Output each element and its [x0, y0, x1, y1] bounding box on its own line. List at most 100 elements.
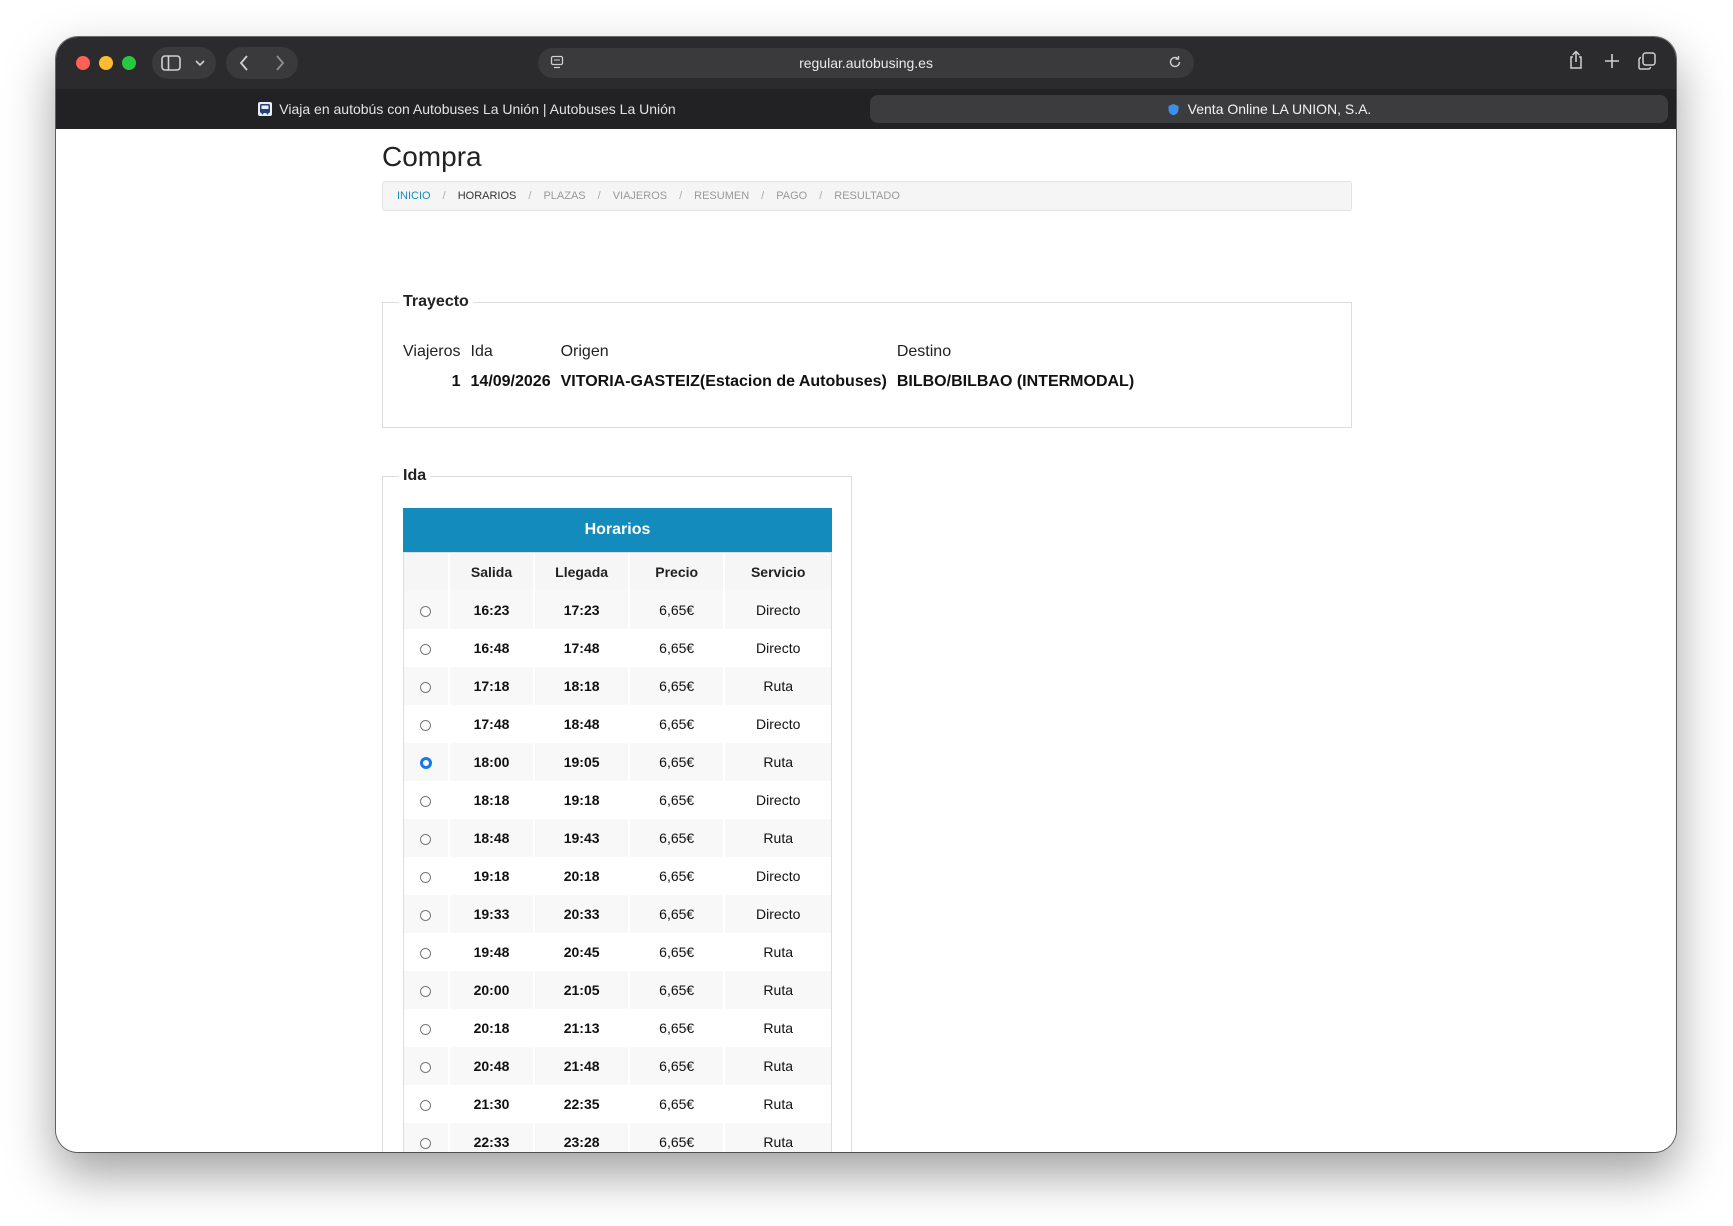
breadcrumb-plazas: PLAZAS — [543, 190, 586, 202]
schedule-radio-button[interactable] — [420, 1061, 432, 1073]
new-tab-button[interactable] — [1604, 53, 1620, 74]
precio-cell: 6,65€ — [629, 895, 726, 933]
close-window-button[interactable] — [76, 56, 90, 70]
table-row[interactable]: 16:48 17:48 6,65€ Directo — [404, 629, 831, 667]
precio-cell: 6,65€ — [629, 1085, 726, 1123]
radio-cell — [404, 1123, 450, 1152]
radio-cell — [404, 667, 450, 705]
table-row[interactable]: 16:23 17:23 6,65€ Directo — [404, 591, 831, 629]
llegada-cell: 18:18 — [535, 667, 630, 705]
schedule-radio-button[interactable] — [420, 833, 432, 845]
tab-venta-online[interactable]: Venta Online LA UNION, S.A. — [870, 95, 1668, 123]
table-row[interactable]: 19:48 20:45 6,65€ Ruta — [404, 933, 831, 971]
precio-cell: 6,65€ — [629, 781, 726, 819]
table-row[interactable]: 18:48 19:43 6,65€ Ruta — [404, 819, 831, 857]
reload-icon[interactable] — [1168, 55, 1182, 74]
table-row[interactable]: 17:18 18:18 6,65€ Ruta — [404, 667, 831, 705]
schedule-radio-button[interactable] — [420, 605, 432, 617]
trayecto-legend: Trayecto — [399, 293, 473, 311]
servicio-cell: Directo — [725, 857, 831, 895]
breadcrumb-horarios: HORARIOS — [457, 190, 517, 202]
table-row[interactable]: 20:00 21:05 6,65€ Ruta — [404, 971, 831, 1009]
schedule-radio-button[interactable] — [420, 1137, 432, 1149]
back-button[interactable] — [226, 47, 262, 79]
schedule-radio-button[interactable] — [420, 795, 432, 807]
breadcrumb-pago: PAGO — [776, 190, 808, 202]
llegada-cell: 21:48 — [535, 1047, 630, 1085]
servicio-cell: Directo — [725, 781, 831, 819]
forward-button[interactable] — [262, 47, 298, 79]
sidebar-toggle-button[interactable] — [152, 47, 190, 79]
servicio-cell: Ruta — [725, 933, 831, 971]
schedule-radio-button[interactable] — [420, 643, 432, 655]
salida-cell: 21:30 — [449, 1085, 536, 1123]
breadcrumb-separator: / — [819, 190, 823, 202]
tab-title: Venta Online LA UNION, S.A. — [1187, 101, 1372, 117]
precio-column-header: Precio — [629, 553, 726, 591]
schedule-radio-button[interactable] — [420, 681, 432, 693]
sidebar-toggle-group — [152, 47, 216, 79]
llegada-cell: 21:13 — [535, 1009, 630, 1047]
llegada-cell: 21:05 — [535, 971, 630, 1009]
tabs-overview-icon — [1638, 52, 1656, 70]
precio-cell: 6,65€ — [629, 629, 726, 667]
page-content: Compra INICIO / HORARIOS / PLAZAS / VIAJ… — [56, 129, 1676, 1152]
table-row[interactable]: 19:18 20:18 6,65€ Directo — [404, 857, 831, 895]
servicio-cell: Ruta — [725, 743, 831, 781]
trayecto-fieldset: Trayecto Viajeros Ida Origen Destino 1 1… — [382, 293, 1352, 428]
salida-cell: 16:23 — [449, 591, 536, 629]
llegada-cell: 20:18 — [535, 857, 630, 895]
llegada-cell: 23:28 — [535, 1123, 630, 1152]
schedule-radio-button[interactable] — [420, 909, 432, 921]
salida-cell: 20:18 — [449, 1009, 536, 1047]
schedule-radio-button[interactable] — [420, 947, 432, 959]
radio-cell — [404, 1047, 450, 1085]
viajeros-value: 1 — [451, 373, 461, 390]
salida-column-header: Salida — [449, 553, 536, 591]
ida-fieldset: Ida Horarios Salida Llegada Precio Servi… — [382, 467, 852, 1152]
schedule-radio-button[interactable] — [420, 1023, 432, 1035]
tab-overview-button[interactable] — [1638, 52, 1656, 75]
schedule-radio-button[interactable] — [420, 985, 432, 997]
precio-cell: 6,65€ — [629, 819, 726, 857]
navigation-group — [226, 47, 298, 79]
minimize-window-button[interactable] — [99, 56, 113, 70]
table-row[interactable]: 22:33 23:28 6,65€ Ruta — [404, 1123, 831, 1152]
salida-cell: 18:00 — [449, 743, 536, 781]
breadcrumb-inicio[interactable]: INICIO — [397, 190, 431, 202]
tab-la-union-home[interactable]: Viaja en autobús con Autobuses La Unión … — [66, 95, 868, 123]
radio-cell — [404, 743, 450, 781]
radio-cell — [404, 857, 450, 895]
table-row[interactable]: 20:48 21:48 6,65€ Ruta — [404, 1047, 831, 1085]
schedule-radio-button[interactable] — [419, 757, 432, 770]
llegada-cell: 19:05 — [535, 743, 630, 781]
table-row[interactable]: 21:30 22:35 6,65€ Ruta — [404, 1085, 831, 1123]
table-row[interactable]: 18:18 19:18 6,65€ Directo — [404, 781, 831, 819]
llegada-cell: 20:45 — [535, 933, 630, 971]
servicio-cell: Ruta — [725, 819, 831, 857]
back-arrow-icon — [239, 55, 248, 71]
table-row[interactable]: 19:33 20:33 6,65€ Directo — [404, 895, 831, 933]
tab-group-menu-button[interactable] — [190, 47, 210, 79]
schedule-radio-button[interactable] — [420, 871, 432, 883]
table-row[interactable]: 17:48 18:48 6,65€ Directo — [404, 705, 831, 743]
horarios-table-title: Horarios — [403, 508, 832, 552]
zoom-window-button[interactable] — [122, 56, 136, 70]
servicio-cell: Ruta — [725, 1085, 831, 1123]
table-row[interactable]: 20:18 21:13 6,65€ Ruta — [404, 1009, 831, 1047]
table-row[interactable]: 18:00 19:05 6,65€ Ruta — [404, 743, 831, 781]
llegada-column-header: Llegada — [535, 553, 630, 591]
schedule-radio-button[interactable] — [420, 1099, 432, 1111]
radio-cell — [404, 819, 450, 857]
servicio-cell: Directo — [725, 705, 831, 743]
precio-cell: 6,65€ — [629, 971, 726, 1009]
salida-cell: 20:00 — [449, 971, 536, 1009]
servicio-cell: Directo — [725, 591, 831, 629]
servicio-cell: Ruta — [725, 667, 831, 705]
horarios-table-body: 16:23 17:23 6,65€ Directo 16:48 17:48 6,65€ Dir… — [404, 591, 831, 1152]
servicio-cell: Directo — [725, 629, 831, 667]
share-button[interactable] — [1568, 50, 1584, 75]
address-bar[interactable]: regular.autobusing.es — [538, 48, 1194, 78]
radio-cell — [404, 781, 450, 819]
schedule-radio-button[interactable] — [420, 719, 432, 731]
